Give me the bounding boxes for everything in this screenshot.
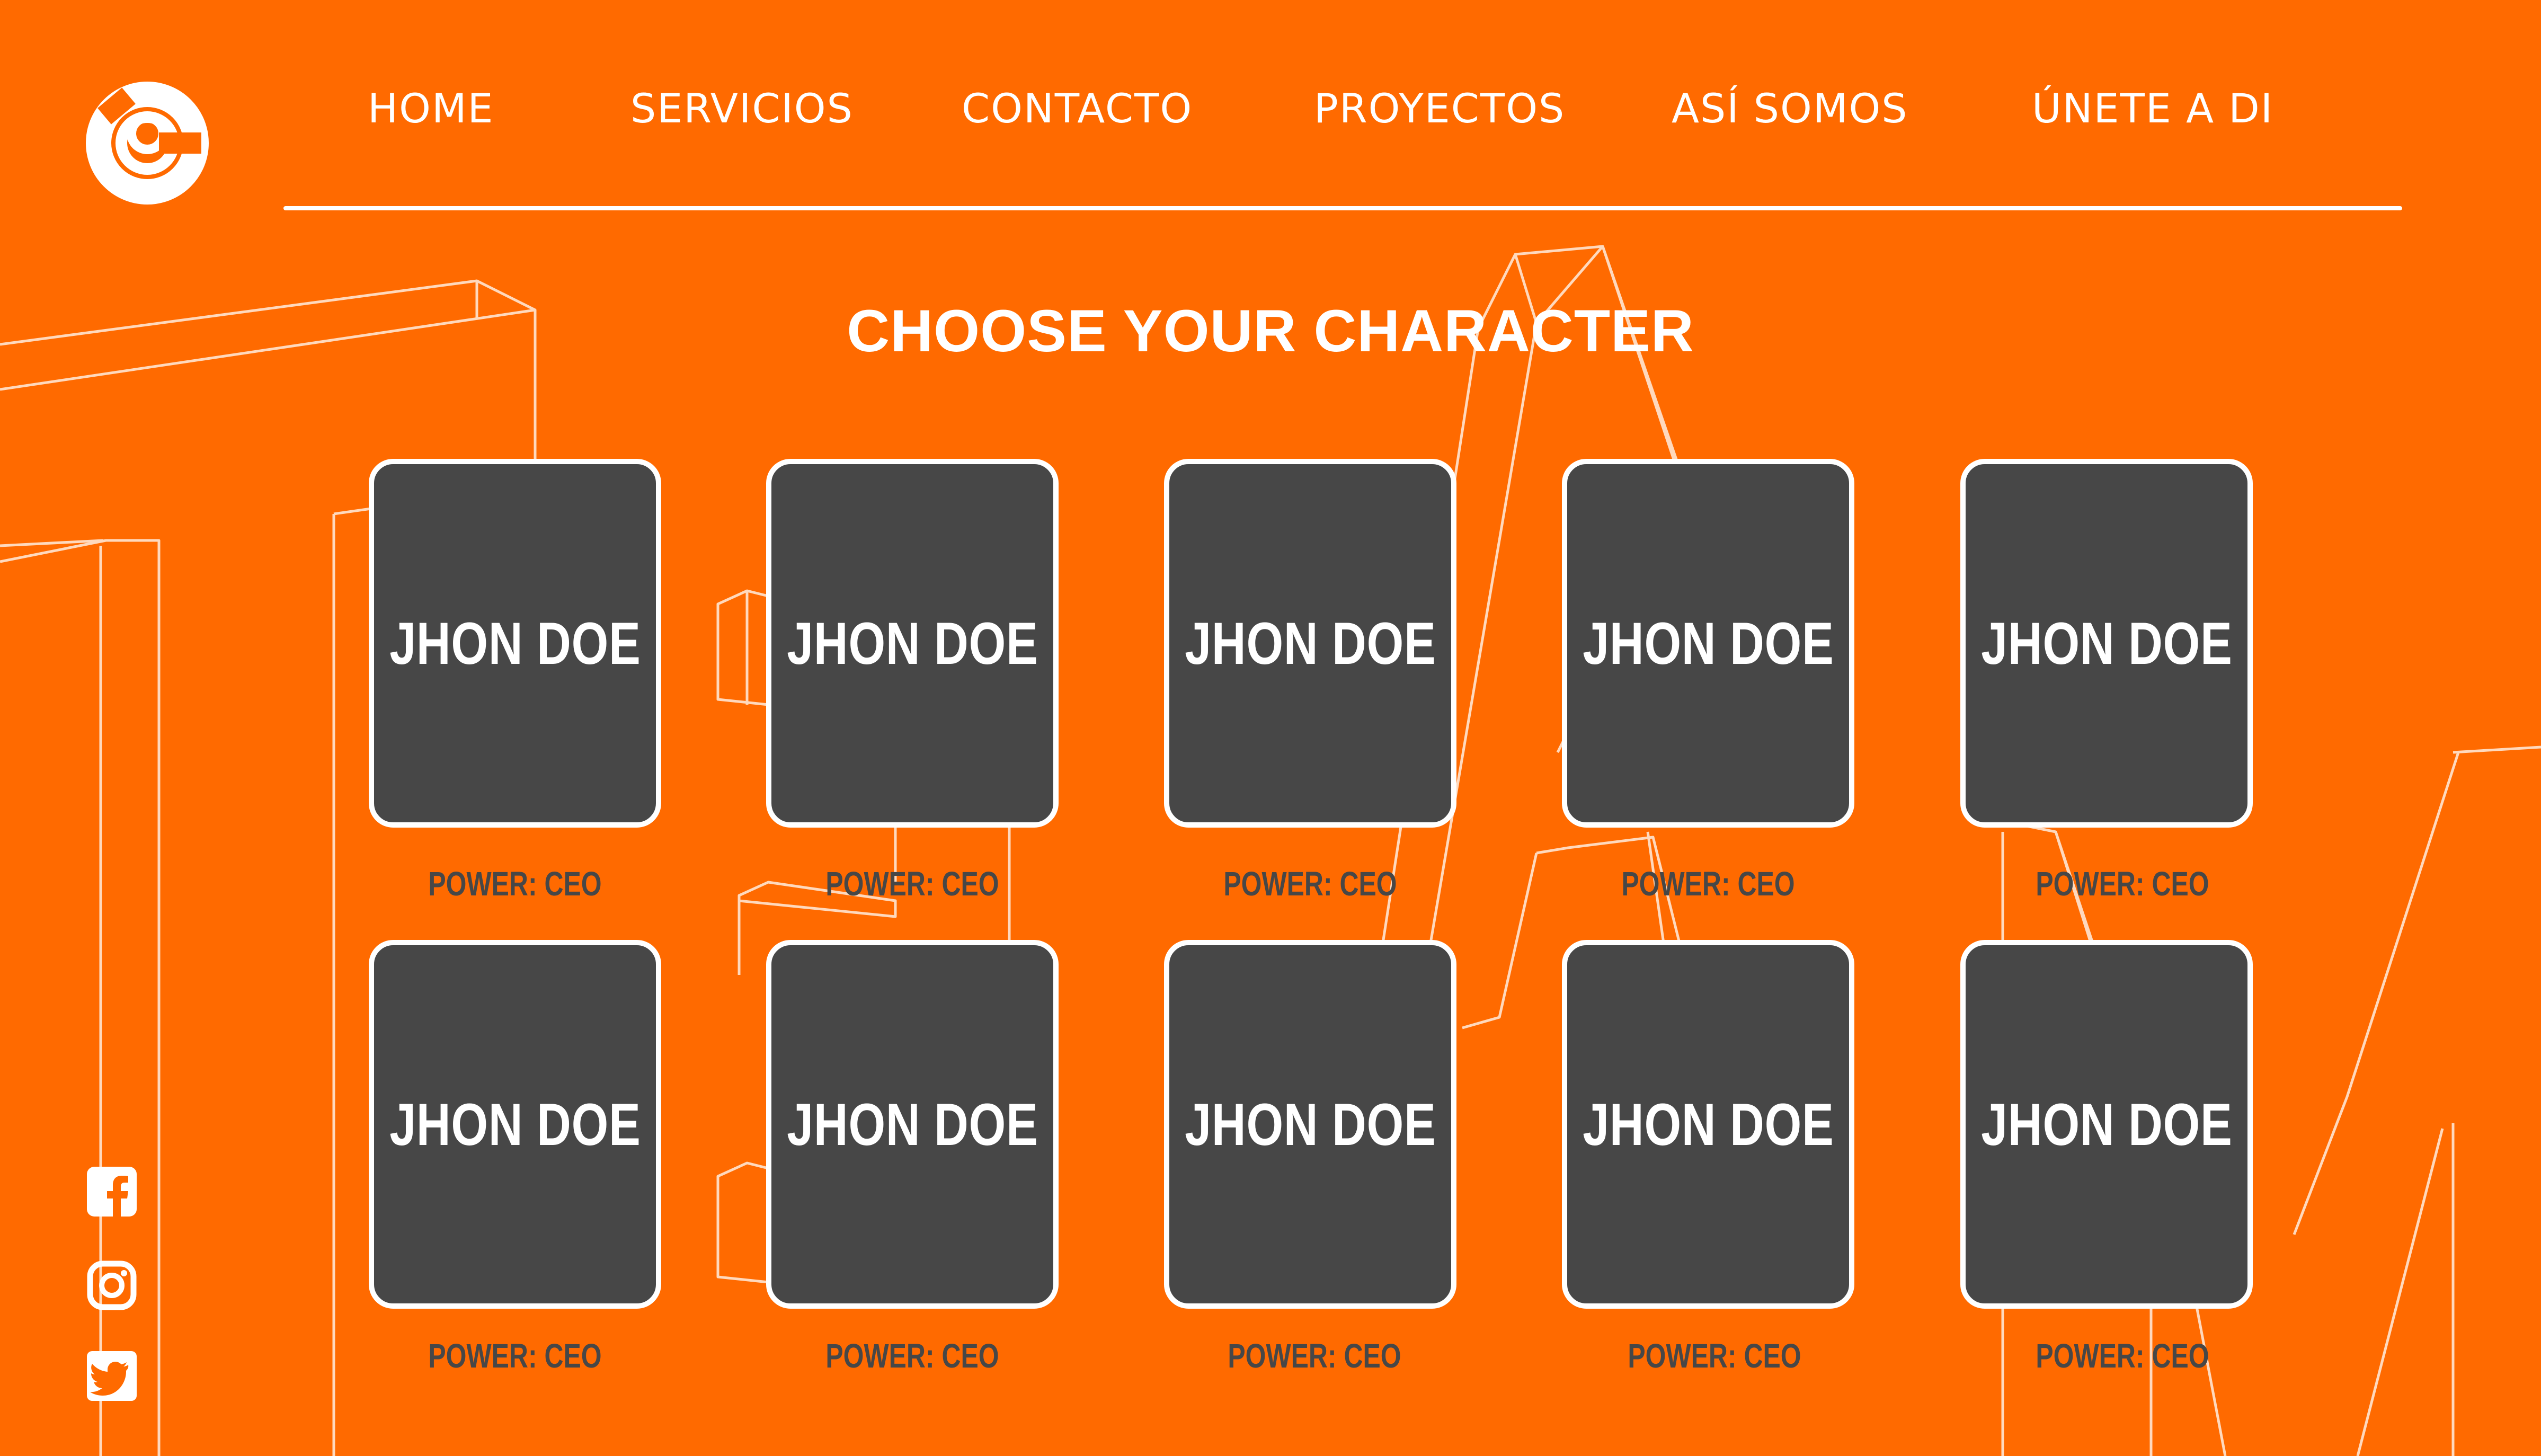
character-card[interactable]: JHON DOE [1164, 940, 1456, 1309]
instagram-link[interactable] [86, 1259, 138, 1311]
character-card[interactable]: JHON DOE [766, 940, 1059, 1309]
character-card[interactable]: JHON DOE [1960, 940, 2253, 1309]
character-power: POWER: CEO [428, 1337, 602, 1375]
page-title: CHOOSE YOUR CHARACTER [847, 298, 1694, 364]
character-name: JHON DOE [786, 610, 1038, 677]
character-power: POWER: CEO [825, 865, 999, 903]
nav-item-servicios[interactable]: SERVICIOS [630, 74, 854, 143]
character-card[interactable]: JHON DOE [1562, 459, 1854, 828]
character-power: POWER: CEO [1223, 865, 1397, 903]
character-card[interactable]: JHON DOE [369, 459, 661, 828]
twitter-icon [87, 1351, 137, 1401]
character-name: JHON DOE [1980, 1091, 2233, 1158]
character-power: POWER: CEO [2036, 1337, 2209, 1375]
character-name: JHON DOE [1582, 1091, 1834, 1158]
nav-item-asi-somos[interactable]: ASÍ SOMOS [1672, 74, 1908, 143]
character-name: JHON DOE [1184, 610, 1436, 677]
character-card[interactable]: JHON DOE [1562, 940, 1854, 1309]
character-name: JHON DOE [1980, 610, 2233, 677]
facebook-link[interactable] [86, 1166, 138, 1218]
twitter-link[interactable] [86, 1350, 138, 1402]
character-name: JHON DOE [389, 1091, 641, 1158]
character-name: JHON DOE [1184, 1091, 1436, 1158]
character-power: POWER: CEO [1628, 1337, 1801, 1375]
character-card[interactable]: JHON DOE [1164, 459, 1456, 828]
character-power: POWER: CEO [825, 1337, 999, 1375]
character-power: POWER: CEO [428, 865, 602, 903]
character-name: JHON DOE [389, 610, 641, 677]
nav-item-home[interactable]: HOME [368, 74, 494, 143]
main-nav: HOME SERVICIOS CONTACTO PROYECTOS ASÍ SO… [283, 74, 2272, 143]
nav-item-proyectos[interactable]: PROYECTOS [1314, 74, 1565, 143]
nav-item-contacto[interactable]: CONTACTO [962, 74, 1193, 143]
character-card[interactable]: JHON DOE [766, 459, 1059, 828]
brand-logo[interactable] [79, 74, 217, 212]
nav-divider [283, 206, 2402, 210]
nav-item-unete-a-di[interactable]: ÚNETE A DI [2032, 74, 2273, 143]
character-card[interactable]: JHON DOE [369, 940, 661, 1309]
character-power: POWER: CEO [2036, 865, 2209, 903]
instagram-icon [87, 1260, 137, 1310]
character-card[interactable]: JHON DOE [1960, 459, 2253, 828]
character-power: POWER: CEO [1228, 1337, 1401, 1375]
character-name: JHON DOE [786, 1091, 1038, 1158]
brand-logo-icon [86, 82, 209, 205]
character-power: POWER: CEO [1621, 865, 1795, 903]
character-name: JHON DOE [1582, 610, 1834, 677]
facebook-icon [87, 1167, 137, 1218]
